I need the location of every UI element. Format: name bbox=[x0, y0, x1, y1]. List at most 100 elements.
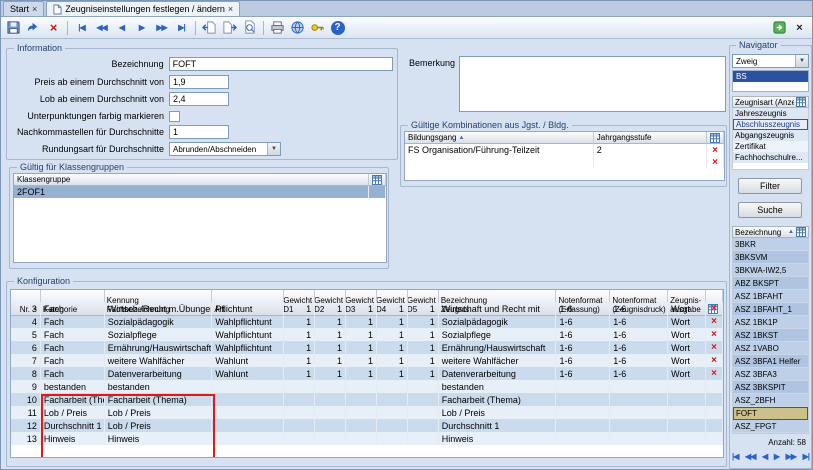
bezeichnung-item[interactable]: ASZ 1BFAHT bbox=[733, 290, 808, 303]
table-row[interactable]: 11 Lob / Preis Lob / Preis Lob / Preis bbox=[11, 406, 723, 419]
table-row[interactable]: 8 Fach Datenverarbeitung Wahlunt 1 1 1 1… bbox=[11, 367, 723, 380]
bezeichnung-item[interactable]: ASZ 1BKST bbox=[733, 329, 808, 342]
delete-row-icon[interactable] bbox=[706, 419, 723, 432]
item-label: Abschlusszeugnis bbox=[736, 120, 800, 129]
bezeichnung-item[interactable]: ABZ BKSPT bbox=[733, 277, 808, 290]
bezeichnung-input[interactable]: FOFT bbox=[169, 57, 393, 71]
table-row[interactable]: 10 Facharbeit (Thema) Facharbeit (Thema)… bbox=[11, 393, 723, 406]
delete-row-icon[interactable]: × bbox=[707, 144, 724, 156]
zeugnisart-item[interactable]: Abschlusszeugnis bbox=[733, 119, 808, 130]
pager-prev-page-icon[interactable]: ◀◀ bbox=[745, 452, 755, 461]
bezeichnung-item[interactable]: ASZ 3BFA1 Helfer bbox=[733, 355, 808, 368]
preview-icon[interactable] bbox=[240, 19, 259, 37]
bezeichnung-item[interactable]: ASZ 3BKSPIT bbox=[733, 381, 808, 394]
column-header-bildungsgang[interactable]: Bildungsgang ▲ bbox=[405, 132, 594, 144]
bezeichnung-item[interactable]: ASZ 3BFA3 bbox=[733, 368, 808, 381]
table-menu-icon[interactable] bbox=[369, 174, 386, 186]
bezeichnung-item[interactable]: FOFT bbox=[733, 407, 808, 420]
table-row[interactable]: 6 Fach Ernährung/Hauswirtschaft Wahlpfli… bbox=[11, 341, 723, 354]
help-icon[interactable]: ? bbox=[328, 19, 347, 37]
export-icon[interactable] bbox=[770, 19, 789, 37]
delete-row-icon[interactable] bbox=[706, 380, 723, 393]
key-icon[interactable] bbox=[308, 19, 327, 37]
table-row[interactable]: 4 Fach Sozialpädagogik Wahlpflichtunt 1 … bbox=[11, 315, 723, 328]
delete-row-icon[interactable] bbox=[706, 393, 723, 406]
bezeichnung-item[interactable]: 3BKSVM bbox=[733, 251, 808, 264]
bezeichnung-item[interactable]: 3BKWA-IW2,5 bbox=[733, 264, 808, 277]
delete-row-icon[interactable]: × bbox=[706, 328, 723, 341]
delete-row-icon[interactable]: × bbox=[706, 315, 723, 328]
save-icon[interactable] bbox=[4, 19, 23, 37]
print-icon[interactable] bbox=[268, 19, 287, 37]
bezeichnung-item[interactable]: ASZ 1VABO bbox=[733, 342, 808, 355]
bezeichnung-item[interactable]: ASZ_FPGT bbox=[733, 420, 808, 433]
nav-last-icon[interactable]: ▶| bbox=[172, 19, 191, 37]
table-menu-icon[interactable] bbox=[796, 227, 806, 237]
column-header-jahrgangsstufe[interactable]: Jahrgangsstufe bbox=[594, 132, 707, 144]
table-row[interactable]: 2FOF1 bbox=[14, 186, 386, 198]
unterpunktungen-checkbox[interactable] bbox=[169, 111, 180, 122]
bezeichnung-item[interactable]: ASZ 1BFAHT_1 bbox=[733, 303, 808, 316]
delete-row-icon[interactable]: × bbox=[707, 156, 724, 168]
delete-row-icon[interactable] bbox=[706, 432, 723, 445]
nachkommastellen-input[interactable]: 1 bbox=[169, 125, 229, 139]
zweig-select[interactable]: Zweig ▼ bbox=[732, 54, 809, 68]
delete-row-icon[interactable]: × bbox=[706, 341, 723, 354]
tab-start[interactable]: Start × bbox=[3, 1, 44, 16]
delete-row-icon[interactable]: × bbox=[706, 367, 723, 380]
zeugnisart-item[interactable]: Abgangszeugnis bbox=[733, 130, 808, 141]
dropdown-icon[interactable]: ▼ bbox=[795, 55, 808, 67]
cell-zeugnisausgabe: Wort bbox=[668, 367, 706, 380]
tab-zeugniseinstellungen[interactable]: Zeugniseinstellungen festlegen / ändern … bbox=[46, 1, 240, 16]
nav-first-icon[interactable]: |◀ bbox=[72, 19, 91, 37]
nav-prev-page-icon[interactable]: ◀◀ bbox=[92, 19, 111, 37]
table-row[interactable]: 7 Fach weitere Wahlfächer Wahlunt 1 1 1 … bbox=[11, 354, 723, 367]
zweig-item-selected[interactable]: BS bbox=[733, 71, 808, 82]
undo-icon[interactable] bbox=[24, 19, 43, 37]
lob-input[interactable]: 2,4 bbox=[169, 92, 229, 106]
pager-last-icon[interactable]: ▶| bbox=[803, 452, 809, 461]
zeugnisart-item[interactable]: Fachhochschulre... bbox=[733, 152, 808, 163]
copy-from-icon[interactable] bbox=[200, 19, 219, 37]
bezeichnung-item[interactable]: ASZ 1BK1P bbox=[733, 316, 808, 329]
rundungsart-select[interactable]: Abrunden/Abschneiden ▼ bbox=[169, 142, 281, 156]
pager-prev-icon[interactable]: ◀ bbox=[762, 452, 767, 461]
column-header-klassengruppe[interactable]: Klassengruppe bbox=[14, 174, 369, 186]
close-icon[interactable]: × bbox=[32, 5, 37, 14]
zeugnisart-item[interactable]: Zertifikat bbox=[733, 141, 808, 152]
bezeichnung-item[interactable]: ASZ_2BFH bbox=[733, 394, 808, 407]
bezeichnung-header[interactable]: Bezeichnung ▲ bbox=[732, 226, 809, 238]
nav-next-icon[interactable]: ▶ bbox=[132, 19, 151, 37]
pager-next-page-icon[interactable]: ▶▶ bbox=[786, 452, 796, 461]
globe-icon[interactable] bbox=[288, 19, 307, 37]
table-row[interactable]: 5 Fach Sozialpflege Wahlpflichtunt 1 1 1… bbox=[11, 328, 723, 341]
table-row[interactable]: FS Organisation/Führung-Teilzeit 2 × bbox=[405, 144, 724, 156]
dropdown-icon[interactable]: ▼ bbox=[267, 143, 280, 155]
table-row[interactable]: 3 Fach Wirtsch./Recht m.Übungen Pflichtu… bbox=[11, 302, 723, 315]
delete-row-icon[interactable] bbox=[706, 406, 723, 419]
delete-row-icon[interactable]: × bbox=[706, 354, 723, 367]
close-pane-icon[interactable]: × bbox=[790, 19, 809, 37]
pager-first-icon[interactable]: |◀ bbox=[732, 452, 738, 461]
delete-icon[interactable]: × bbox=[44, 19, 63, 37]
cell-nr: 9 bbox=[11, 380, 41, 393]
table-row[interactable]: 12 Durchschnitt 1 Lob / Preis Durchschni… bbox=[11, 419, 723, 432]
table-row[interactable]: 9 bestanden bestanden bestanden bbox=[11, 380, 723, 393]
delete-row-icon[interactable]: × bbox=[706, 302, 723, 315]
table-menu-icon[interactable] bbox=[796, 97, 806, 107]
preis-input[interactable]: 1,9 bbox=[169, 75, 229, 89]
table-row[interactable]: × bbox=[405, 156, 724, 168]
nav-prev-icon[interactable]: ◀ bbox=[112, 19, 131, 37]
close-icon[interactable]: × bbox=[228, 5, 233, 14]
table-row[interactable]: 13 Hinweis Hinweis Hinweis bbox=[11, 432, 723, 445]
suche-button[interactable]: Suche bbox=[738, 202, 802, 218]
zeugnisart-header[interactable]: Zeugnisart (Anze bbox=[732, 96, 809, 108]
bemerkung-input[interactable] bbox=[459, 56, 726, 112]
table-menu-icon[interactable] bbox=[707, 132, 724, 144]
zeugnisart-item[interactable]: Jahreszeugnis bbox=[733, 108, 808, 119]
bezeichnung-item[interactable]: 3BKR bbox=[733, 238, 808, 251]
pager-next-icon[interactable]: ▶ bbox=[774, 452, 779, 461]
filter-button[interactable]: Filter bbox=[738, 178, 802, 194]
nav-next-page-icon[interactable]: ▶▶ bbox=[152, 19, 171, 37]
copy-to-icon[interactable] bbox=[220, 19, 239, 37]
